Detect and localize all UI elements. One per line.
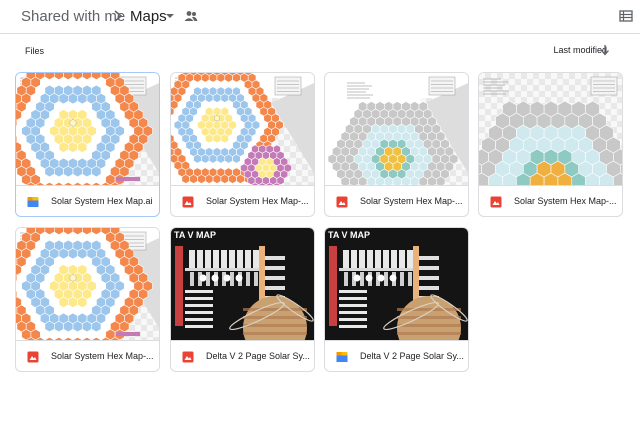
top-bar: Shared with me Maps: [0, 0, 640, 34]
thumbnail-title-text: TA V MAP: [328, 230, 370, 240]
files-section-label: Files: [25, 46, 45, 56]
pdf-file-icon: [182, 351, 194, 363]
sort-last-modified[interactable]: Last modified: [553, 45, 607, 55]
chevron-right-icon: [114, 10, 123, 22]
file-name: Solar System Hex Map-...: [206, 196, 309, 206]
breadcrumb-shared-with-me[interactable]: Shared with me: [21, 8, 125, 25]
file-name: Delta V 2 Page Solar Sy...: [360, 351, 464, 361]
file-card[interactable]: TA V MAP Delta V 2 Page Solar Sy...: [170, 227, 315, 372]
file-thumbnail: TA V MAP: [325, 228, 468, 341]
caret-down-icon[interactable]: [165, 11, 175, 21]
illustrator-file-icon: [336, 352, 348, 362]
file-thumbnail: [171, 73, 314, 186]
pdf-file-icon: [182, 196, 194, 208]
file-thumbnail: [16, 73, 159, 186]
file-name: Solar System Hex Map-...: [51, 351, 154, 361]
thumbnail-title-text: TA V MAP: [174, 230, 216, 240]
file-card[interactable]: Solar System Hex Map-...: [15, 227, 160, 372]
illustrator-file-icon: [27, 197, 39, 207]
file-name: Solar System Hex Map.ai: [51, 196, 153, 206]
file-card[interactable]: Solar System Hex Map.ai: [15, 72, 160, 217]
file-name: Delta V 2 Page Solar Sy...: [206, 351, 310, 361]
people-icon[interactable]: [184, 10, 198, 22]
file-name: Solar System Hex Map-...: [514, 196, 617, 206]
file-card[interactable]: TA V MAP Delta V 2 Page Solar Sy...: [324, 227, 469, 372]
file-card[interactable]: Solar System Hex Map-...: [324, 72, 469, 217]
file-card[interactable]: Solar System Hex Map-...: [478, 72, 623, 217]
file-thumbnail: [16, 228, 159, 341]
pdf-file-icon: [27, 351, 39, 363]
arrow-down-icon[interactable]: [600, 44, 610, 56]
list-view-icon[interactable]: [619, 9, 633, 23]
file-name: Solar System Hex Map-...: [360, 196, 463, 206]
file-thumbnail: [325, 73, 468, 186]
pdf-file-icon: [490, 196, 502, 208]
breadcrumb-maps[interactable]: Maps: [130, 8, 167, 25]
file-card[interactable]: Solar System Hex Map-...: [170, 72, 315, 217]
pdf-file-icon: [336, 196, 348, 208]
file-thumbnail: [479, 73, 622, 186]
file-thumbnail: TA V MAP: [171, 228, 314, 341]
